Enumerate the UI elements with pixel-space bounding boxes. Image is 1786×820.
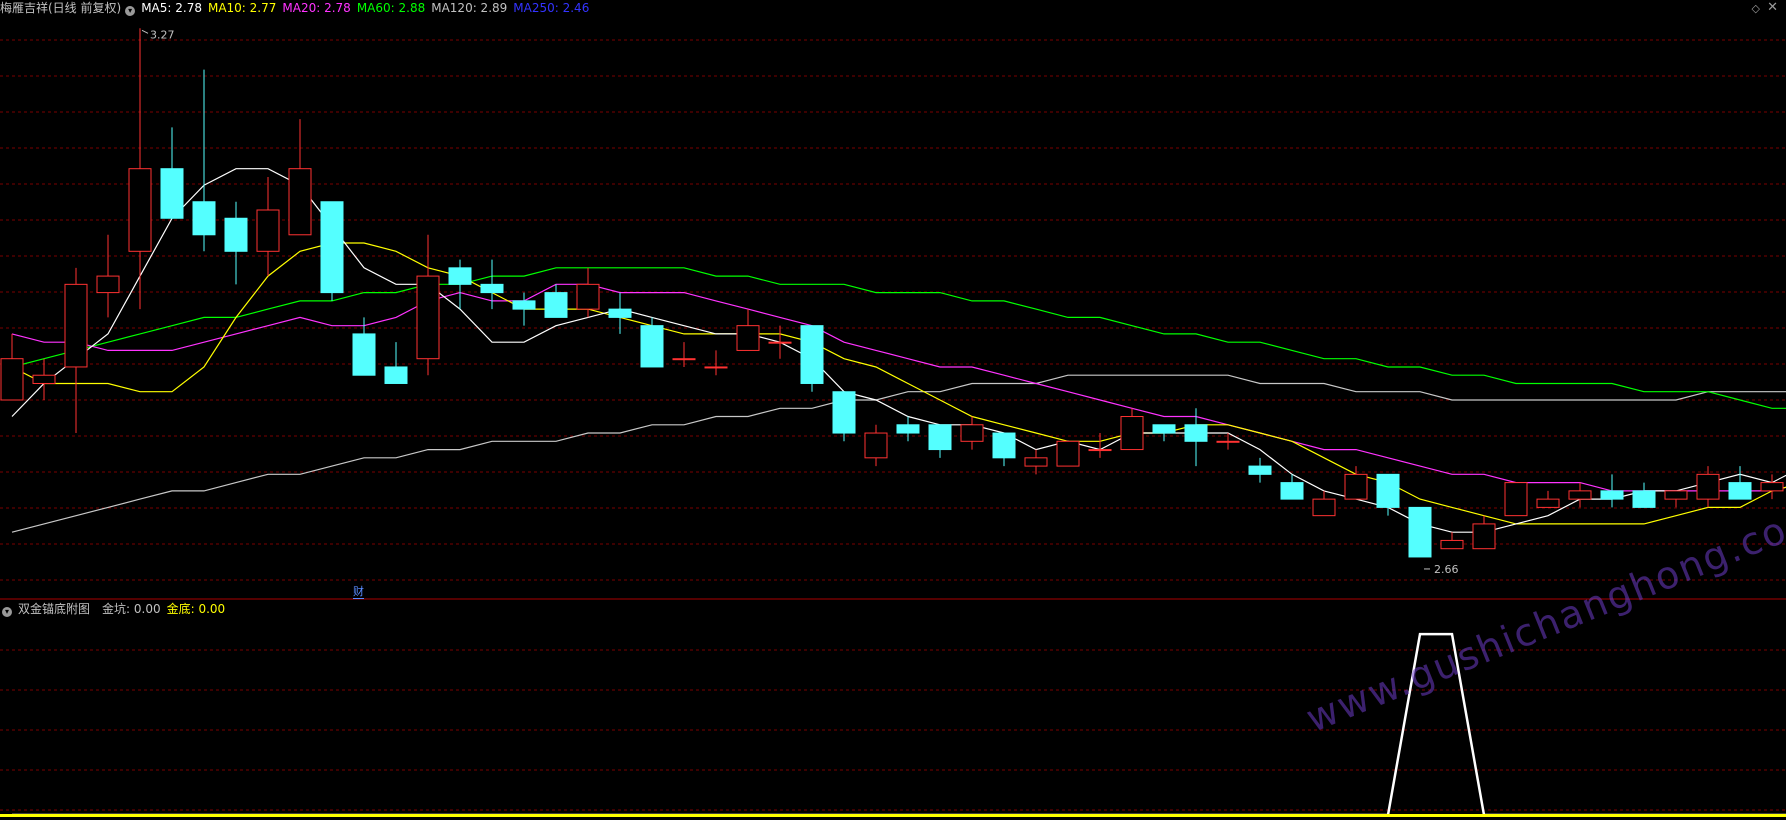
candlestick-chart: 3.27 2.66: [0, 28, 1786, 817]
candle-body-down: [480, 283, 504, 294]
candle-body-up: [32, 374, 56, 384]
sub-field-1: 金底: 0.00: [166, 602, 226, 616]
candle-body-up: [1088, 449, 1112, 452]
candle-body-up: [1472, 523, 1496, 550]
candle-body-down: [1184, 424, 1208, 442]
candle-body-up: [1504, 482, 1528, 517]
candle-body-up: [864, 432, 888, 459]
candle-body-down: [992, 432, 1016, 459]
high-arrow: [141, 29, 149, 34]
candle-body-down: [1408, 506, 1432, 558]
candle-body-up: [64, 283, 88, 368]
high-price-label: 3.27: [150, 28, 175, 41]
candle-body-down: [1632, 490, 1656, 508]
candle-body-up: [1312, 498, 1336, 517]
candle-body-down: [448, 267, 472, 285]
sub-settings-toggle-icon[interactable]: ▾: [2, 607, 12, 617]
candle-body-up: [736, 325, 760, 351]
candle-body-down: [1376, 473, 1400, 508]
candle-body-down: [1248, 465, 1272, 475]
candle-body-down: [544, 292, 568, 318]
candle-body-up: [1440, 539, 1464, 550]
candle-body-down: [1152, 424, 1176, 434]
candle-body-up: [704, 366, 728, 369]
sub-chart-header: ▾ 双金锚底附图 金坑: 0.00 金底: 0.00: [0, 601, 237, 617]
candle-body-up: [416, 275, 440, 360]
candle-body-down: [640, 325, 664, 368]
candle-body-down: [192, 201, 216, 236]
candle-body-up: [1664, 490, 1688, 500]
finance-badge[interactable]: 财: [353, 585, 364, 599]
candle-body-down: [224, 217, 248, 252]
sub-chart-title: 双金锚底附图: [18, 602, 91, 616]
golden-pit-line: [12, 632, 1786, 817]
candle-body-up: [672, 358, 696, 361]
candle-body-down: [800, 325, 824, 384]
candle-body-up: [1120, 416, 1144, 451]
candle-body-up: [256, 209, 280, 252]
ma20-line: [11, 283, 1786, 492]
candle-body-up: [288, 168, 312, 236]
candle-body-up: [1024, 457, 1048, 467]
low-price-label: 2.66: [1434, 563, 1459, 576]
ma60-line: [11, 267, 1786, 409]
candle-body-down: [384, 366, 408, 384]
candle-body-up: [1344, 473, 1368, 500]
candle-body-up: [768, 341, 792, 344]
candle-body-up: [128, 168, 152, 252]
candle-body-up: [960, 424, 984, 442]
candle-body-up: [1568, 490, 1592, 500]
candle-body-down: [160, 168, 184, 219]
candle-body-down: [1600, 490, 1624, 500]
candle-body-up: [0, 358, 24, 401]
candle-body-up: [1536, 498, 1560, 508]
candle-body-up: [96, 275, 120, 294]
candle-body-down: [352, 333, 376, 376]
sub-indicator-list: 金坑: 0.00 金底: 0.00: [102, 602, 231, 616]
candle-body-up: [1216, 440, 1240, 443]
candle-body-up: [1760, 482, 1784, 492]
candle-body-down: [320, 201, 344, 294]
candle-body-up: [576, 283, 600, 310]
candle-body-down: [1280, 482, 1304, 500]
candle-body-down: [896, 424, 920, 434]
sub-field-0: 金坑: 0.00: [102, 602, 161, 616]
candle-body-up: [1696, 473, 1720, 500]
candle-body-up: [1056, 440, 1080, 467]
candle-body-down: [512, 300, 536, 310]
candle-body-down: [928, 424, 952, 451]
candle-body-down: [832, 391, 856, 434]
candle-body-down: [608, 308, 632, 318]
candle-body-down: [1728, 482, 1752, 500]
